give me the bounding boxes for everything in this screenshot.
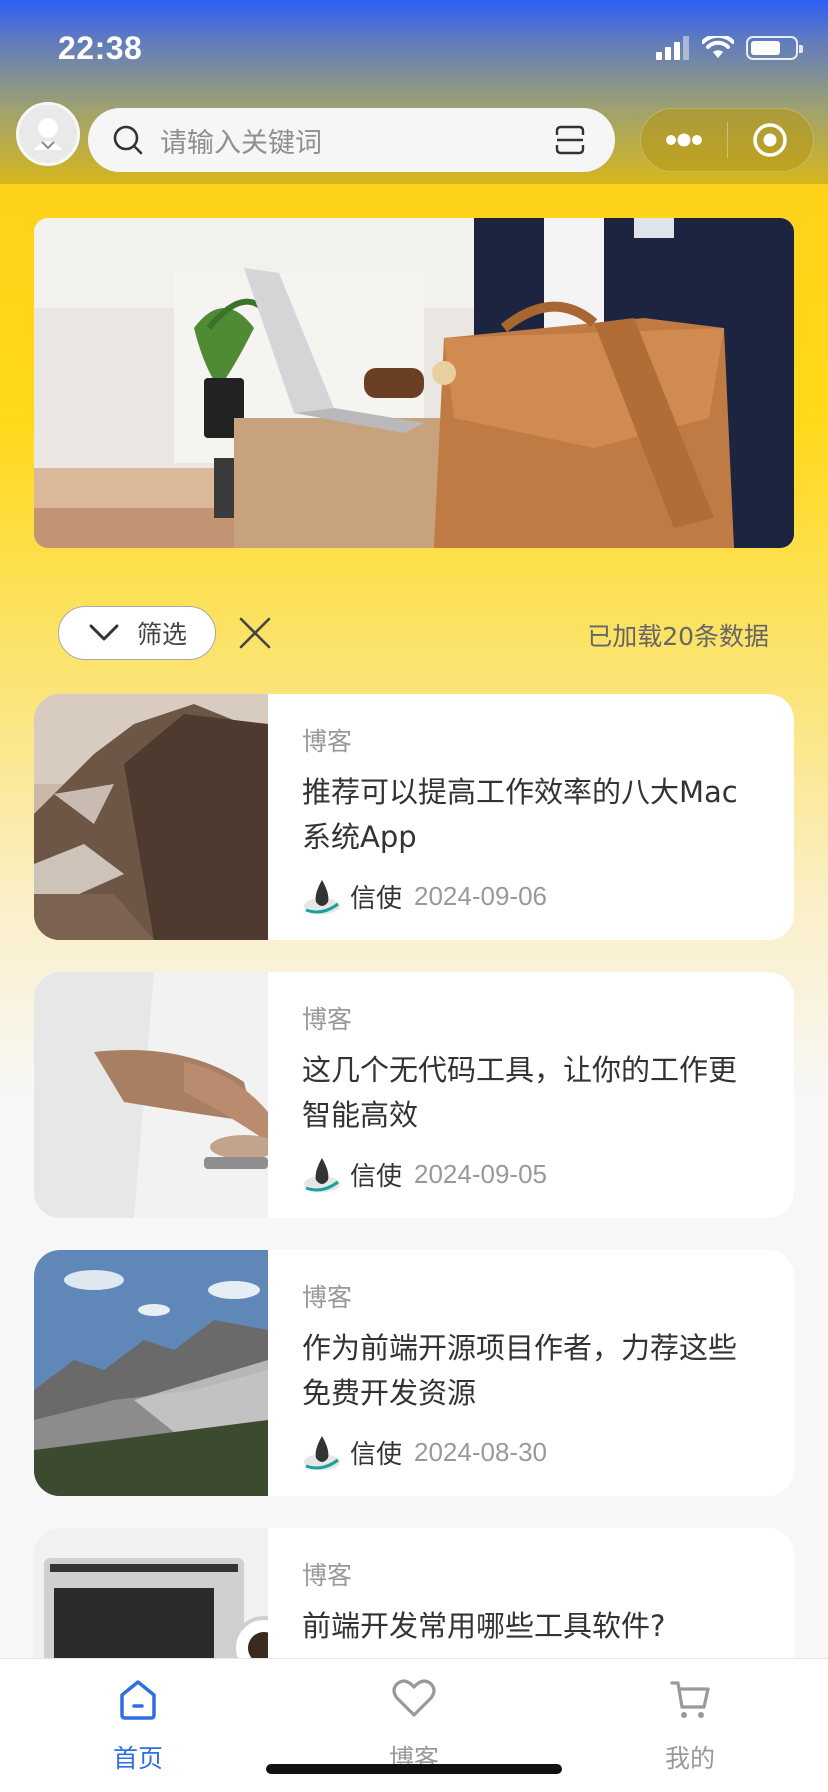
close-miniprogram-button[interactable]	[728, 108, 814, 172]
battery-icon	[746, 36, 803, 60]
author-avatar-icon	[304, 1436, 340, 1470]
miniprogram-capsule	[640, 108, 814, 172]
post-author: 信使	[350, 883, 403, 914]
post-category: 博客	[302, 1283, 353, 1312]
filter-button[interactable]: 筛选	[58, 606, 216, 660]
post-title: 这几个无代码工具，让你的工作更智能高效	[302, 1053, 738, 1132]
status-bar: 22:38	[0, 0, 828, 100]
post-title: 推荐可以提高工作效率的八大Mac系统App	[302, 775, 738, 854]
post-date: 2024-09-05	[414, 1158, 548, 1189]
post-category: 博客	[302, 1561, 353, 1590]
banner-illustration	[34, 218, 794, 548]
post-date: 2024-09-06	[414, 880, 548, 911]
post-meta: 信使 2024-08-30	[302, 1432, 547, 1472]
heart-icon	[392, 1679, 436, 1717]
tab-home-label: 首页	[112, 1744, 163, 1773]
post-author: 信使	[350, 1161, 403, 1192]
search-icon	[113, 125, 143, 155]
cart-icon	[670, 1681, 710, 1718]
search-input[interactable]: 请输入关键词	[88, 108, 615, 172]
target-icon	[753, 123, 787, 157]
clear-filter-icon[interactable]	[238, 616, 272, 650]
more-button[interactable]	[641, 108, 727, 172]
chevron-down-icon	[89, 624, 119, 641]
post-thumbnail	[34, 694, 268, 940]
post-thumbnail	[34, 1250, 268, 1496]
wifi-icon	[702, 36, 734, 58]
post-title: 作为前端开源项目作者，力荐这些免费开发资源	[302, 1331, 738, 1410]
author-avatar-icon	[304, 1158, 340, 1192]
post-date: 2024-08-30	[414, 1436, 548, 1467]
avatar-icon	[34, 118, 62, 150]
post-meta: 信使 2024-09-05	[302, 1154, 547, 1194]
post-category: 博客	[302, 1005, 353, 1034]
post-author: 信使	[350, 1439, 403, 1470]
post-card[interactable]: 博客 这几个无代码工具，让你的工作更智能高效 信使 2024-09-05	[34, 972, 794, 1218]
signal-icon	[656, 36, 689, 60]
post-card[interactable]: 博客 作为前端开源项目作者，力荐这些免费开发资源 信使 2024-08-30	[34, 1250, 794, 1496]
post-meta: 信使 2024-09-06	[302, 876, 547, 916]
post-thumbnail	[34, 972, 268, 1218]
avatar[interactable]	[16, 102, 80, 166]
tab-mine-label: 我的	[664, 1744, 715, 1773]
author-avatar-icon	[304, 880, 340, 914]
post-title: 前端开发常用哪些工具软件?	[302, 1609, 666, 1643]
loaded-count-text: 已加载20条数据	[587, 622, 769, 651]
filter-label: 筛选	[137, 620, 188, 649]
more-icon	[665, 133, 702, 147]
home-indicator	[266, 1764, 562, 1774]
status-icons	[656, 36, 803, 60]
post-category: 博客	[302, 727, 353, 756]
tab-home[interactable]: 首页	[0, 1659, 276, 1792]
scan-icon[interactable]	[555, 125, 585, 155]
tab-mine[interactable]: 我的	[552, 1659, 828, 1792]
search-placeholder: 请输入关键词	[160, 127, 322, 159]
home-icon	[120, 1680, 156, 1720]
banner-image[interactable]	[34, 218, 794, 548]
post-card[interactable]: 博客 推荐可以提高工作效率的八大Mac系统App 信使 2024-09-06	[34, 694, 794, 940]
status-time: 22:38	[58, 30, 143, 66]
